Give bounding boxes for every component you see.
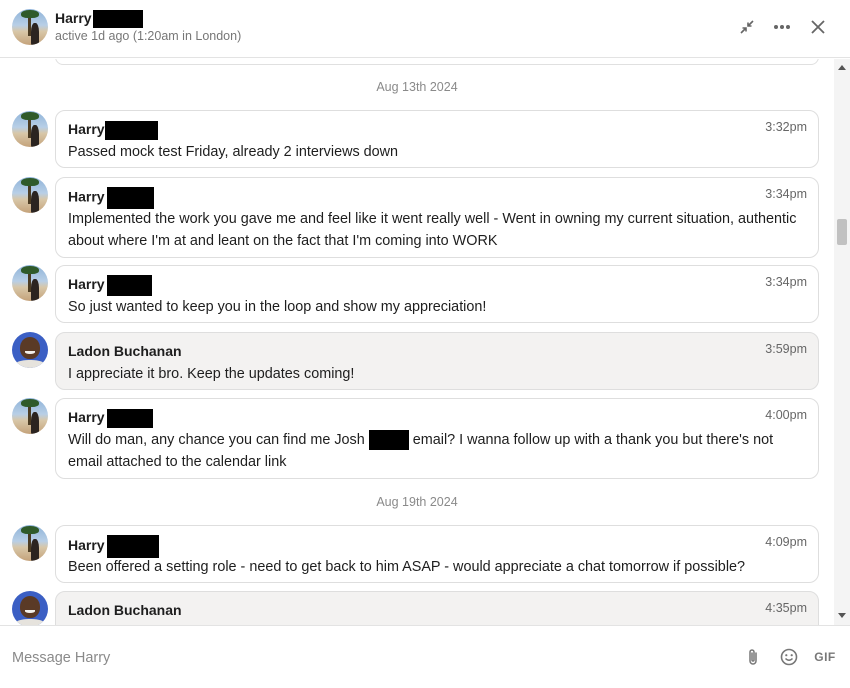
- message-bubble: Harry 3:34pm Implemented the work you ga…: [55, 177, 819, 258]
- sender-avatar[interactable]: [12, 591, 48, 625]
- sender-name: Harry: [68, 409, 105, 425]
- sender-avatar[interactable]: [12, 111, 48, 147]
- scroll-up-arrow-icon[interactable]: [838, 65, 846, 70]
- sender-avatar[interactable]: [12, 177, 48, 213]
- message-sender: Harry: [68, 535, 806, 558]
- message-bubble: Harry 3:32pm Passed mock test Friday, al…: [55, 110, 819, 168]
- contact-name-text: Harry: [55, 10, 92, 26]
- attachment-icon: [749, 649, 757, 665]
- message-bubble: Harry 4:09pm Been offered a setting role…: [55, 525, 819, 583]
- message-text: So just wanted to keep you in the loop a…: [68, 299, 487, 315]
- minimize-button[interactable]: [736, 16, 758, 38]
- message-sender: Harry: [68, 275, 806, 296]
- message-sender: Harry: [68, 408, 806, 428]
- message-text: Passed mock test Friday, already 2 inter…: [68, 144, 399, 160]
- message-time: 4:09pm: [765, 535, 807, 549]
- minimize-icon: [740, 20, 754, 34]
- redacted-name: [368, 430, 409, 451]
- close-icon: [811, 20, 825, 34]
- message-sender: Ladon Buchanan: [68, 343, 182, 359]
- scrollbar-thumb[interactable]: [837, 219, 847, 245]
- message-list[interactable]: Aug 13th 2024 Harry 3:32pm Passed mock t…: [0, 59, 834, 625]
- message-bubble: Ladon Buchanan 4:35pm: [55, 591, 819, 625]
- more-options-icon: [774, 25, 790, 29]
- date-separator: Aug 13th 2024: [376, 80, 458, 94]
- sender-name: Harry: [68, 121, 105, 137]
- sender-name: Harry: [68, 276, 105, 293]
- date-separator: Aug 19th 2024: [376, 495, 458, 509]
- message-text: I appreciate it bro. Keep the updates co…: [68, 366, 355, 382]
- chat-header: Harry active 1d ago (1:20am in London): [0, 0, 850, 58]
- emoji-button[interactable]: [779, 646, 799, 668]
- redacted-surname: [106, 275, 152, 296]
- message-sender: Harry: [68, 120, 806, 140]
- message-time: 4:00pm: [765, 408, 807, 422]
- message-sender: Ladon Buchanan: [68, 602, 182, 618]
- message-bubble: Ladon Buchanan 3:59pm I appreciate it br…: [55, 332, 819, 390]
- message-bubble: Harry 3:34pm So just wanted to keep you …: [55, 265, 819, 323]
- message-time: 3:32pm: [765, 120, 807, 134]
- sender-name: Harry: [68, 537, 105, 554]
- contact-name[interactable]: Harry: [55, 10, 143, 29]
- sender-avatar[interactable]: [12, 525, 48, 561]
- redacted-surname: [104, 120, 158, 140]
- sender-avatar[interactable]: [12, 332, 48, 368]
- sender-name: Harry: [68, 188, 105, 205]
- sender-avatar[interactable]: [12, 265, 48, 301]
- previous-message-edge: [55, 59, 819, 65]
- message-sender: Harry: [68, 187, 806, 209]
- message-bubble: Harry 4:00pm Will do man, any chance you…: [55, 398, 819, 479]
- sender-avatar[interactable]: [12, 398, 48, 434]
- contact-status: active 1d ago (1:20am in London): [55, 29, 242, 43]
- message-text: Will do man, any chance you can find me …: [68, 429, 806, 473]
- message-time: 3:59pm: [765, 342, 807, 356]
- message-text: Been offered a setting role - need to ge…: [68, 559, 746, 575]
- gif-button[interactable]: GIF: [812, 646, 838, 668]
- message-text-part: Will do man, any chance you can find me …: [68, 432, 365, 448]
- redacted-surname: [92, 10, 143, 29]
- message-time: 3:34pm: [765, 275, 807, 289]
- message-time: 4:35pm: [765, 601, 807, 615]
- message-text: Implemented the work you gave me and fee…: [68, 211, 797, 249]
- message-composer: GIF: [0, 625, 850, 688]
- redacted-surname: [106, 408, 153, 428]
- emoji-icon: [780, 648, 798, 666]
- more-options-button[interactable]: [771, 16, 793, 38]
- scrollbar[interactable]: [834, 59, 850, 625]
- redacted-surname: [106, 535, 159, 558]
- message-input[interactable]: [12, 646, 712, 670]
- contact-avatar[interactable]: [12, 9, 48, 45]
- scroll-down-arrow-icon[interactable]: [838, 613, 846, 618]
- close-button[interactable]: [807, 16, 829, 38]
- redacted-surname: [106, 187, 154, 209]
- attach-button[interactable]: [744, 646, 762, 668]
- message-time: 3:34pm: [765, 187, 807, 201]
